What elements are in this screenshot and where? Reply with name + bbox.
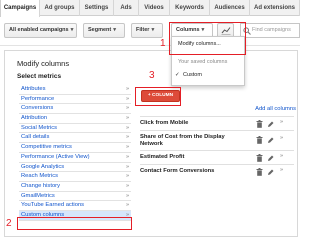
- metric-label: Performance (Active View): [21, 153, 90, 160]
- metric-category-reach-metrics[interactable]: Reach Metrics »: [19, 172, 131, 182]
- tab-videos[interactable]: Videos: [139, 0, 170, 16]
- tab-ad-groups[interactable]: Ad groups: [40, 0, 80, 16]
- metric-category-change-history[interactable]: Change history »: [19, 182, 131, 192]
- toolbar: All enabled campaigns ▾ Segment ▾ Filter ▾ …: [0, 17, 300, 46]
- chevron-right-icon[interactable]: »: [280, 167, 283, 173]
- custom-columns-menu-item[interactable]: ✓ Custom: [172, 70, 244, 81]
- adwords-screen: Campaigns Ad groups Settings Ads Videos …: [0, 0, 300, 237]
- custom-column-row: Estimated Profit »: [140, 150, 294, 164]
- pencil-icon[interactable]: [267, 136, 274, 144]
- chevron-right-icon: »: [125, 173, 129, 180]
- custom-column-name: Estimated Profit: [140, 154, 185, 160]
- campaign-filter-label: All enabled campaigns: [9, 27, 69, 33]
- search-placeholder: Find campaigns: [252, 27, 291, 33]
- trash-icon[interactable]: [256, 136, 263, 144]
- chevron-down-icon: ▾: [113, 27, 116, 33]
- trash-icon[interactable]: [256, 154, 263, 162]
- metric-label: Reach Metrics: [21, 173, 59, 180]
- metric-category-google-analytics[interactable]: Google Analytics »: [19, 163, 131, 173]
- metric-label: Google Analytics: [21, 163, 65, 170]
- chevron-right-icon: »: [125, 105, 129, 112]
- filter-button[interactable]: Filter ▾: [131, 23, 163, 38]
- panel-title: Modify columns: [17, 59, 70, 68]
- metric-label: YouTube Earned actions: [21, 202, 85, 209]
- metric-category-attribution[interactable]: Attribution »: [19, 114, 131, 124]
- custom-column-name: Contact Form Conversions: [140, 168, 215, 174]
- segment-label: Segment: [88, 27, 112, 33]
- trash-icon[interactable]: [256, 168, 263, 176]
- custom-column-row: Share of Cost from the Display Network »: [140, 130, 294, 150]
- pencil-icon[interactable]: [267, 120, 274, 128]
- metric-label: Call details: [21, 134, 50, 141]
- chevron-right-icon: »: [125, 115, 129, 122]
- tab-campaigns[interactable]: Campaigns: [0, 0, 40, 17]
- tab-ads[interactable]: Ads: [114, 0, 139, 16]
- panel-subtitle: Select metrics: [17, 73, 62, 80]
- metric-label: Attributes: [21, 86, 46, 92]
- custom-columns-label: Custom: [183, 72, 202, 78]
- chevron-right-icon: »: [125, 144, 129, 151]
- chevron-right-icon: »: [125, 124, 129, 131]
- metric-label: Change history: [21, 182, 60, 189]
- tab-ad-extensions[interactable]: Ad extensions: [250, 0, 300, 16]
- chevron-right-icon[interactable]: »: [280, 153, 283, 159]
- checkmark-icon: ✓: [175, 72, 180, 78]
- chevron-right-icon: »: [125, 95, 129, 102]
- filter-label: Filter: [136, 27, 150, 33]
- metric-label: Social Metrics: [21, 124, 58, 131]
- metric-label: Attribution: [21, 115, 48, 122]
- campaign-filter-dropdown[interactable]: All enabled campaigns ▾: [4, 23, 77, 38]
- metric-category-call-details[interactable]: Call details »: [19, 133, 131, 144]
- metric-label: Competitive metrics: [21, 144, 72, 151]
- chevron-right-icon: »: [125, 153, 129, 160]
- annotation-number: 2: [6, 218, 12, 229]
- metric-category-attributes[interactable]: Attributes »: [19, 85, 131, 95]
- chevron-right-icon: »: [125, 134, 129, 141]
- tab-settings[interactable]: Settings: [80, 0, 114, 16]
- pencil-icon[interactable]: [267, 154, 274, 162]
- metric-label: GmailMetrics: [21, 192, 55, 199]
- metric-category-performance[interactable]: Performance »: [19, 95, 131, 105]
- chevron-right-icon[interactable]: »: [280, 119, 283, 125]
- metric-category-list: Attributes » Performance » Conversions » At…: [19, 85, 131, 221]
- trash-icon[interactable]: [256, 120, 263, 128]
- chevron-right-icon[interactable]: »: [280, 135, 283, 141]
- search-input[interactable]: Find campaigns: [240, 23, 300, 38]
- metric-category-gmail-metrics[interactable]: GmailMetrics »: [19, 192, 131, 202]
- custom-column-row: Contact Form Conversions »: [140, 164, 294, 178]
- tab-audiences[interactable]: Audiences: [210, 0, 250, 16]
- annotation-number: 3: [149, 70, 155, 81]
- custom-column-row: Click from Mobile »: [140, 116, 294, 130]
- metric-label: Performance: [21, 95, 55, 102]
- metric-category-competitive-metrics[interactable]: Competitive metrics »: [19, 143, 131, 153]
- annotation-box-columns: [169, 22, 246, 55]
- metric-category-conversions[interactable]: Conversions »: [19, 104, 131, 115]
- add-all-columns-link[interactable]: Add all columns: [255, 106, 296, 112]
- chevron-down-icon: ▾: [70, 27, 74, 33]
- tab-bar: Campaigns Ad groups Settings Ads Videos …: [0, 0, 300, 17]
- chevron-down-icon: ▾: [151, 27, 155, 33]
- annotation-box-add-column: [135, 87, 181, 106]
- metric-category-social-metrics[interactable]: Social Metrics »: [19, 124, 131, 134]
- annotation-number: 1: [160, 38, 166, 49]
- pencil-icon[interactable]: [267, 168, 274, 176]
- segment-button[interactable]: Segment ▾: [83, 23, 125, 38]
- chevron-right-icon: »: [125, 163, 129, 170]
- chevron-right-icon: »: [125, 192, 129, 199]
- metric-label: Conversions: [21, 105, 54, 112]
- tab-keywords[interactable]: Keywords: [170, 0, 210, 16]
- metric-category-youtube-earned-actions[interactable]: YouTube Earned actions »: [19, 201, 131, 211]
- chevron-right-icon: »: [125, 182, 129, 189]
- custom-columns-area: + COLUMN Add all columns Click from Mobi…: [137, 85, 297, 235]
- saved-columns-header: Your saved columns: [178, 59, 228, 65]
- custom-column-name: Share of Cost from the Display Network: [140, 134, 225, 147]
- annotation-box-custom-columns: [17, 217, 132, 230]
- chevron-right-icon: »: [125, 86, 129, 92]
- custom-column-name: Click from Mobile: [140, 120, 189, 126]
- metric-category-active-view[interactable]: Performance (Active View) »: [19, 153, 131, 163]
- chevron-right-icon: »: [125, 202, 129, 209]
